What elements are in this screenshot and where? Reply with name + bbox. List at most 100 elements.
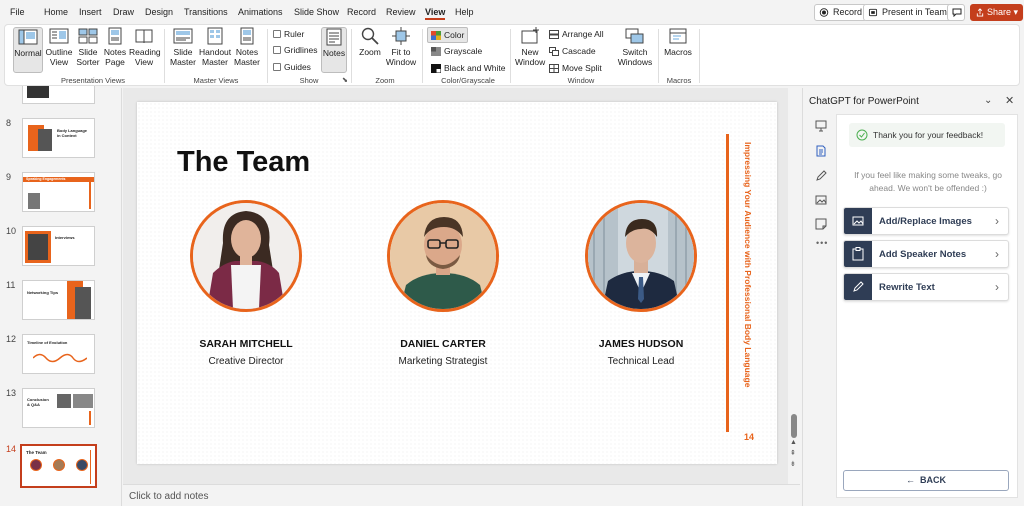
menu-slide-show[interactable]: Slide Show (294, 7, 339, 17)
slide-sorter-icon (78, 28, 98, 44)
handout-master-icon (207, 27, 223, 45)
reading-view-button[interactable]: Reading View (129, 27, 161, 67)
move-split-icon (549, 64, 559, 73)
member-name[interactable]: JAMES HUDSON (551, 338, 731, 350)
arrow-left-icon: ← (905, 475, 915, 485)
notes-toggle-button[interactable]: Notes (321, 27, 347, 73)
thumbnail-photo (73, 394, 93, 408)
cascade-button[interactable]: Cascade (549, 45, 596, 57)
slide-vertical-scrollbar[interactable]: ▲ ⇞ ⇟ (788, 88, 800, 484)
thumbnail-photo (27, 86, 49, 98)
menu-animations[interactable]: Animations (238, 7, 283, 17)
member-name[interactable]: DANIEL CARTER (353, 338, 533, 350)
next-slide-icon[interactable]: ⇟ (790, 460, 796, 468)
guides-checkbox[interactable]: Guides (273, 62, 311, 72)
record-button[interactable]: Record (814, 4, 868, 21)
present-in-teams-button[interactable]: Present in Teams (863, 4, 957, 21)
member-name[interactable]: SARAH MITCHELL (156, 338, 336, 350)
move-split-button[interactable]: Move Split (549, 62, 602, 74)
document-icon[interactable] (815, 145, 827, 157)
menu-draw[interactable]: Draw (113, 7, 134, 17)
menu-file[interactable]: File (10, 7, 25, 17)
zoom-button[interactable]: Zoom (357, 27, 383, 57)
slide-thumbnail-7[interactable] (22, 86, 95, 104)
team-photo-james[interactable] (585, 200, 697, 312)
menu-record[interactable]: Record (347, 7, 376, 17)
menu-help[interactable]: Help (455, 7, 474, 17)
presentation-icon[interactable] (815, 120, 827, 132)
slide-thumbnail-9[interactable]: Speaking Engagements (22, 172, 95, 212)
menu-transitions[interactable]: Transitions (184, 7, 228, 17)
menu-review[interactable]: Review (386, 7, 416, 17)
scroll-up-icon[interactable]: ▲ (790, 439, 797, 446)
speaker-notes-area[interactable]: Click to add notes (123, 484, 800, 506)
new-window-button[interactable]: New Window (515, 27, 545, 67)
slide-thumbnail-8[interactable]: Body Language in Context (22, 118, 95, 158)
menu-view[interactable]: View (425, 7, 446, 20)
pane-close-icon[interactable]: ✕ (1005, 94, 1014, 107)
gridlines-label: Gridlines (284, 45, 318, 55)
show-dialog-launcher-icon[interactable]: ⬊ (342, 76, 348, 84)
notes-master-button[interactable]: Notes Master (233, 27, 261, 67)
comments-button[interactable] (947, 4, 965, 21)
add-speaker-notes-button[interactable]: Add Speaker Notes › (843, 240, 1009, 268)
black-and-white-button[interactable]: Black and White (431, 62, 505, 74)
slide-title[interactable]: The Team (177, 146, 310, 179)
previous-slide-icon[interactable]: ⇞ (790, 449, 796, 457)
check-circle-icon (856, 129, 868, 141)
pencil-icon[interactable] (815, 170, 827, 182)
thumbnail-title: Interviews (55, 235, 75, 240)
thumbnail-photo (30, 459, 42, 471)
slide-number: 9 (6, 172, 12, 182)
slide-thumbnail-12[interactable]: Timeline of Evolution (22, 334, 95, 374)
notes-page-button[interactable]: Notes Page (103, 27, 127, 67)
slide-thumbnail-11[interactable]: Networking Tips (22, 280, 95, 320)
arrange-all-button[interactable]: Arrange All (549, 28, 604, 40)
normal-view-button[interactable]: Normal (13, 27, 43, 73)
slide-thumbnail-13[interactable]: Conclusion & Q&A (22, 388, 95, 428)
thumbnail-accent-line (90, 450, 91, 484)
handout-master-button[interactable]: Handout Master (199, 27, 231, 67)
black-white-swatch-icon (431, 64, 442, 74)
grayscale-button[interactable]: Grayscale (431, 45, 482, 57)
feedback-message: Thank you for your feedback! (849, 123, 1005, 147)
back-button[interactable]: ← BACK (843, 470, 1009, 491)
slide-thumbnail-pane[interactable]: 8 Body Language in Context 9 Speaking En… (0, 86, 122, 506)
sticky-note-icon[interactable] (815, 218, 827, 230)
outline-view-button[interactable]: Outline View (45, 27, 73, 67)
more-options-icon[interactable]: ••• (816, 238, 828, 248)
feedback-text: Thank you for your feedback! (873, 130, 984, 140)
portrait-man-glasses-image (390, 203, 496, 309)
member-role[interactable]: Marketing Strategist (353, 356, 533, 367)
team-photo-daniel[interactable] (387, 200, 499, 312)
macros-button[interactable]: Macros (663, 27, 693, 57)
gridlines-checkbox[interactable]: Gridlines (273, 45, 318, 55)
team-photo-sarah[interactable] (190, 200, 302, 312)
member-role[interactable]: Technical Lead (551, 356, 731, 367)
share-label: Share (987, 7, 1012, 17)
rewrite-text-button[interactable]: Rewrite Text › (843, 273, 1009, 301)
pane-options-chevron-icon[interactable]: ⌄ (984, 95, 992, 106)
image-icon[interactable] (815, 194, 827, 206)
slide-canvas[interactable]: The Team SARAH MITCHELL Creative Directo… (137, 102, 777, 464)
menu-design[interactable]: Design (145, 7, 173, 17)
member-role[interactable]: Creative Director (156, 356, 336, 367)
ruler-checkbox[interactable]: Ruler (273, 29, 304, 39)
add-replace-images-button[interactable]: Add/Replace Images › (843, 207, 1009, 235)
switch-windows-button[interactable]: Switch Windows (617, 27, 653, 67)
thumbnail-photo (75, 287, 91, 319)
share-button[interactable]: Share ▾ (970, 4, 1024, 21)
slide-editing-area[interactable]: The Team SARAH MITCHELL Creative Directo… (123, 88, 800, 484)
vertical-subtitle[interactable]: Impressing Your Audience with Profession… (737, 142, 753, 392)
ribbon-separator (267, 29, 268, 83)
fit-to-window-button[interactable]: Fit to Window (385, 27, 417, 67)
slide-thumbnail-14-selected[interactable]: The Team (20, 444, 97, 488)
menu-home[interactable]: Home (44, 7, 68, 17)
slide-master-button[interactable]: Slide Master (169, 27, 197, 67)
chevron-right-icon: › (995, 280, 999, 294)
slide-sorter-button[interactable]: Slide Sorter (75, 27, 101, 67)
scrollbar-thumb[interactable] (791, 414, 797, 438)
color-button[interactable]: Color (427, 27, 469, 43)
slide-thumbnail-10[interactable]: Interviews (22, 226, 95, 266)
menu-insert[interactable]: Insert (79, 7, 102, 17)
